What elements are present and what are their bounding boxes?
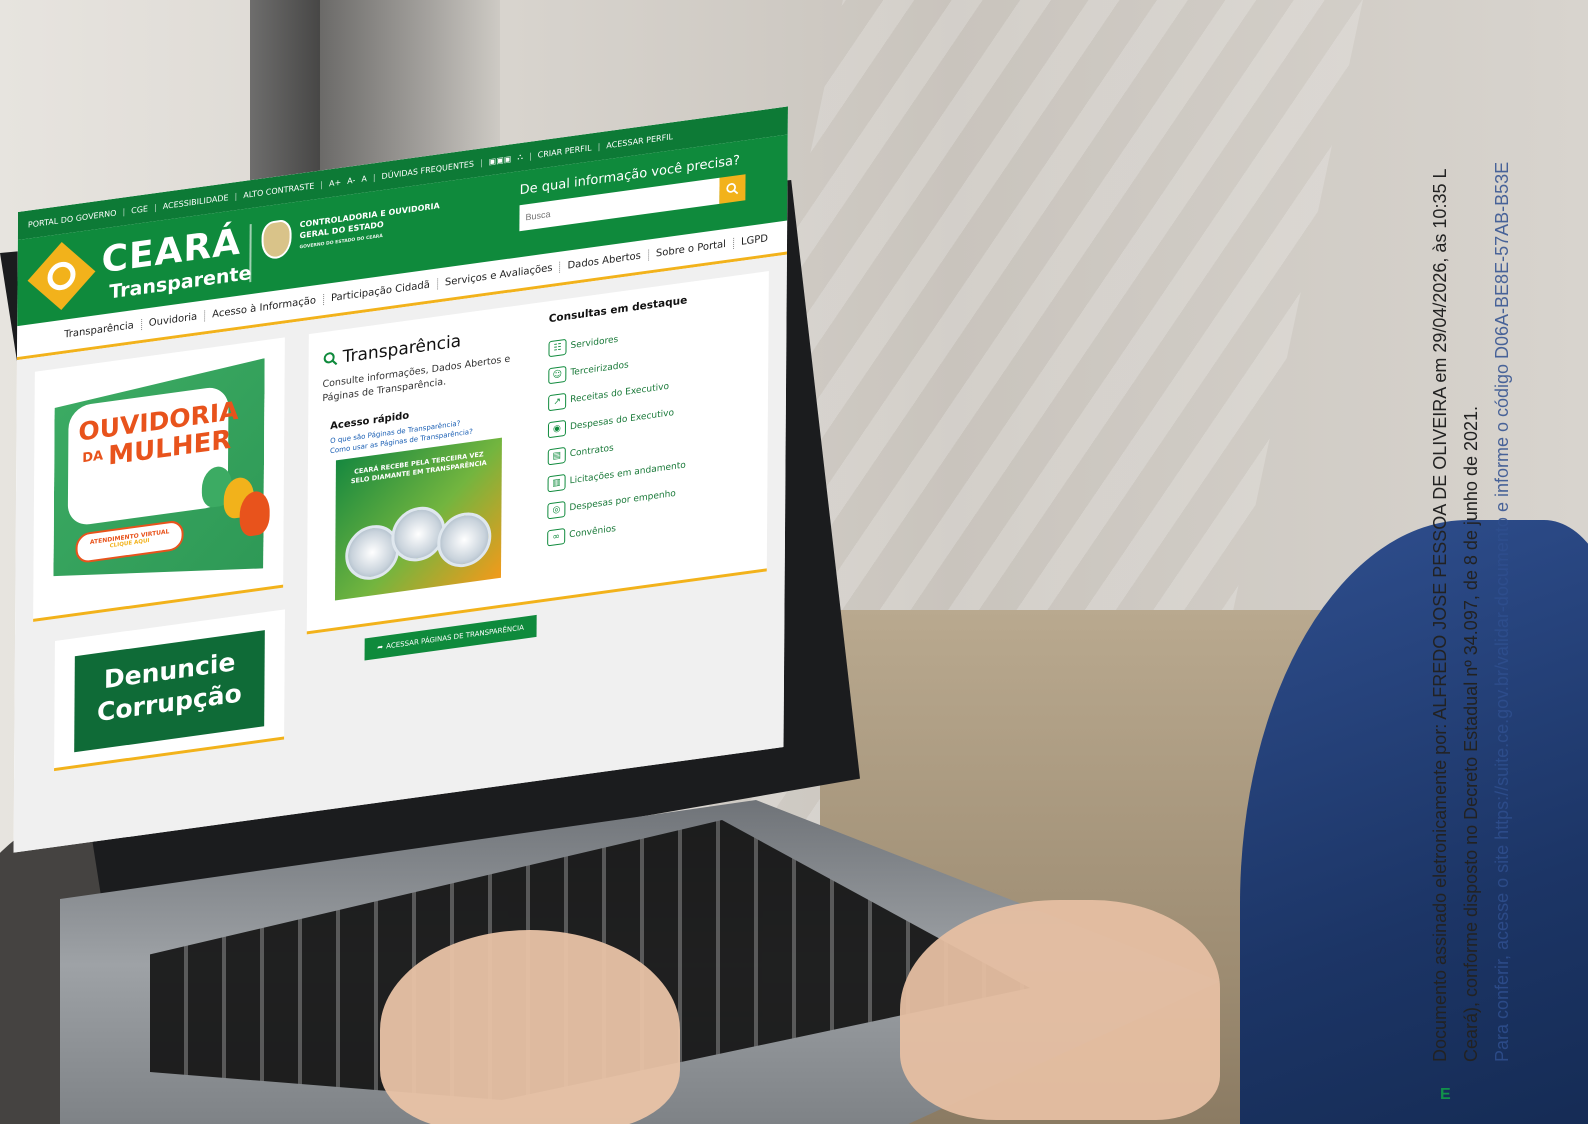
search-button[interactable] [719, 174, 746, 204]
topbar-duvidas[interactable]: DÚVIDAS FREQUENTES [382, 159, 474, 181]
featured-queries: Consultas em destaque ☷ Servidores ☺ Terce… [547, 284, 759, 551]
selo-diamante-banner[interactable]: CEARÁ RECEBE PELA TERCEIRA VEZ SELO DIAM… [334, 437, 502, 601]
access-button-label: ACESSAR PÁGINAS DE TRANSPARÊNCIA [386, 623, 524, 651]
nav-ouvidoria[interactable]: Ouvidoria [141, 310, 206, 331]
medals-icon [345, 495, 495, 586]
signature-stamp: Documento assinado eletronicamente por: … [1425, 2, 1518, 1062]
left-hand [380, 930, 680, 1124]
topbar-cge[interactable]: CGE [131, 204, 148, 215]
nav-dados-abertos[interactable]: Dados Abertos [560, 249, 649, 273]
nav-lgpd[interactable]: LGPD [734, 232, 775, 249]
nav-transparencia[interactable]: Transparência [57, 319, 142, 342]
nav-sobre[interactable]: Sobre o Portal [648, 237, 735, 261]
people-icon: ☷ [548, 338, 567, 357]
document-icon: ▤ [547, 446, 566, 465]
banner-text: CEARÁ RECEBE PELA TERCEIRA VEZ SELO DIAM… [350, 450, 487, 486]
topbar-portal-governo[interactable]: PORTAL DO GOVERNO [28, 208, 117, 229]
sitemap-icon[interactable]: ⛬ [517, 152, 523, 163]
women-silhouettes-icon [201, 459, 272, 559]
cash-icon: ◎ [547, 500, 566, 519]
cge-name: CONTROLADORIA E OUVIDORIA GERAL DO ESTAD… [299, 201, 440, 241]
topbar-font-decrease[interactable]: A- [347, 175, 355, 185]
money-icon: ◉ [547, 419, 567, 438]
denuncie-banner: Denuncie Corrupção [74, 630, 265, 753]
ouvidoria-da: DA [82, 448, 104, 467]
stamp-logo: E [1440, 1086, 1451, 1103]
topbar-acessibilidade[interactable]: ACESSIBILIDADE [163, 193, 229, 211]
arrow-icon: ➦ [377, 642, 384, 652]
laptop-screen: PORTAL DO GOVERNO | CGE | ACESSIBILIDADE | … [13, 106, 788, 853]
nav-acesso-informacao[interactable]: Acesso à Informação [205, 294, 325, 322]
topbar-font-reset[interactable]: A [361, 174, 367, 184]
access-profile-link[interactable]: ACESSAR PERFIL [606, 132, 673, 150]
transparencia-card: Transparência Consulte informações, Dado… [306, 271, 769, 635]
create-profile-link[interactable]: CRIAR PERFIL [538, 143, 592, 159]
right-hand [900, 900, 1220, 1120]
topbar-alto-contraste[interactable]: ALTO CONTRASTE [243, 181, 314, 200]
header-divider [249, 223, 252, 283]
ouvidoria-mulher-card[interactable]: OUVIDORIA DA MULHER ATENDIMENTO VIRTUAL … [33, 337, 285, 622]
stamp-line3: Para conferir, acesse o site https://sui… [1492, 161, 1512, 1062]
magnifier-icon [323, 352, 338, 366]
gavel-icon: ▥ [547, 473, 566, 492]
denuncie-corrupcao-card[interactable]: Denuncie Corrupção [54, 609, 285, 772]
handshake-icon: ∞ [547, 527, 566, 546]
person-icon: ☺ [548, 365, 567, 384]
state-seal-icon [261, 218, 292, 261]
search-icon [726, 183, 739, 195]
ceara-sun-logo[interactable] [27, 242, 96, 311]
nav-participacao[interactable]: Participação Cidadã [323, 278, 438, 306]
chart-up-icon: ↗ [548, 392, 567, 411]
stamp-line2: Ceará), conforme disposto no Decreto Est… [1461, 405, 1481, 1062]
flags-icon[interactable]: ▣▣▣ [489, 154, 512, 166]
stamp-line1: Documento assinado eletronicamente por: … [1430, 168, 1450, 1062]
topbar-font-increase[interactable]: A+ [329, 177, 341, 188]
